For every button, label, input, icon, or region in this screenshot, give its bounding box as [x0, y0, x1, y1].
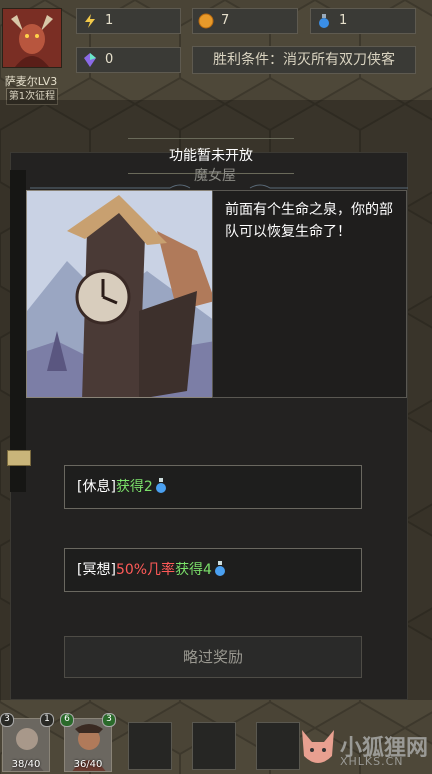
empty-party-slot[interactable]	[192, 722, 236, 770]
crystal-icon	[84, 53, 96, 67]
unit-marker-badge: 1	[40, 713, 54, 727]
event-description-box: 前面有个生命之泉，你的部队可以恢复生命了！	[212, 190, 407, 398]
fox-logo-icon	[302, 730, 334, 763]
watermark-subtext: XHLKS.CN	[340, 755, 404, 768]
energy-counter: 1	[76, 8, 181, 34]
potion-icon	[155, 478, 166, 493]
ornament-divider	[30, 184, 408, 189]
empty-party-slot[interactable]	[256, 722, 300, 770]
potion-counter: 1	[310, 8, 416, 34]
scroll-thumb[interactable]	[7, 450, 31, 466]
hero-card[interactable]: 萨麦尔LV3 第1次征程	[0, 6, 62, 105]
lightning-icon	[85, 14, 95, 28]
potion-icon	[319, 14, 329, 28]
potion-icon	[214, 561, 225, 576]
victory-condition: 胜利条件：消灭所有双刀侠客	[192, 46, 416, 74]
empty-party-slot[interactable]	[128, 722, 172, 770]
option-meditate-button[interactable]: [冥想]50%几率获得4	[64, 548, 362, 592]
unit-marker-badge: 3	[102, 713, 116, 727]
coin-icon	[198, 13, 214, 29]
scrollbar[interactable]	[7, 170, 31, 492]
option-rest-button[interactable]: [休息]获得2	[64, 465, 362, 509]
unit-level-badge: 6	[60, 713, 74, 727]
skip-reward-button[interactable]: 略过奖励	[64, 636, 362, 678]
gold-counter: 7	[192, 8, 298, 34]
event-illustration	[26, 190, 214, 398]
notice-text: 功能暂未开放	[169, 148, 253, 164]
unit-level-badge: 3	[0, 713, 14, 727]
hero-portrait	[2, 8, 62, 68]
event-description: 前面有个生命之泉，你的部队可以恢复生命了！	[225, 202, 393, 240]
gem-counter: 0	[76, 47, 181, 73]
hero-name: 萨麦尔LV3	[4, 75, 58, 88]
